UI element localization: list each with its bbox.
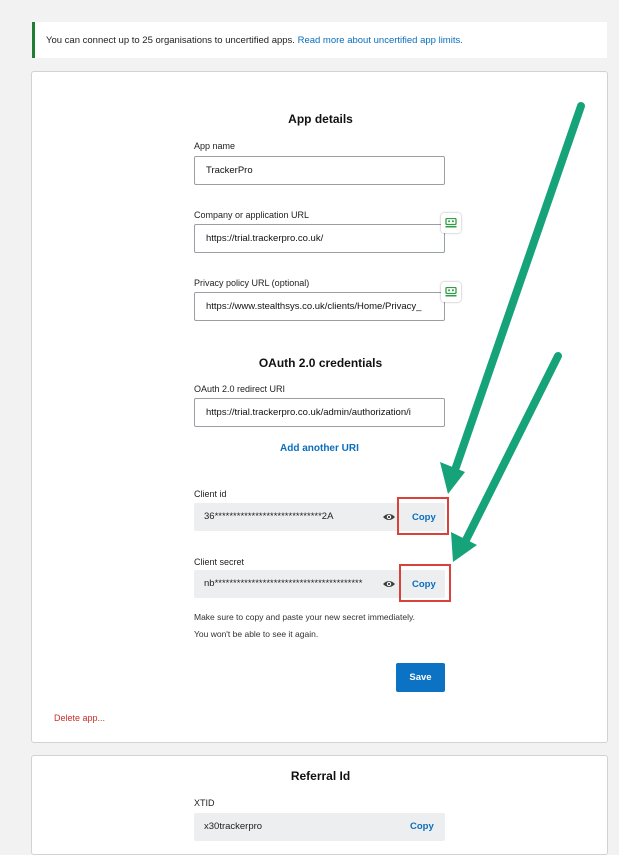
- oauth-title: OAuth 2.0 credentials: [258, 356, 383, 370]
- add-another-uri-link[interactable]: Add another URI: [280, 443, 359, 454]
- banner-text: You can connect up to 25 organisations t…: [46, 35, 295, 46]
- copy-client-id-highlight: [397, 497, 449, 535]
- client-id-label: Client id: [194, 489, 227, 499]
- password-manager-icon[interactable]: [441, 213, 461, 233]
- password-manager-glyph-icon: [445, 218, 457, 228]
- app-name-label: App name: [194, 141, 236, 151]
- privacy-url-label: Privacy policy URL (optional): [194, 278, 310, 288]
- app-details-card: App details App name TrackerPro Company …: [31, 71, 608, 743]
- company-url-input[interactable]: https://trial.trackerpro.co.uk/: [194, 224, 445, 253]
- xtid-value: x30trackerpro: [204, 821, 263, 832]
- client-secret-value: nb**************************************…: [204, 578, 363, 589]
- referral-card: Referral Id XTID x30trackerpro Copy: [31, 755, 608, 855]
- client-id-value: 36*****************************2A: [204, 511, 334, 522]
- privacy-url-input[interactable]: https://www.stealthsys.co.uk/clients/Hom…: [194, 292, 445, 321]
- password-manager-icon-2[interactable]: [441, 282, 461, 302]
- xtid-label: XTID: [194, 798, 215, 808]
- referral-title: Referral Id: [290, 769, 351, 783]
- eye-icon[interactable]: [382, 512, 396, 522]
- company-url-label: Company or application URL: [194, 210, 310, 220]
- app-name-input[interactable]: TrackerPro: [194, 156, 445, 185]
- xtid-field: x30trackerpro: [194, 813, 445, 841]
- client-secret-label: Client secret: [194, 557, 245, 567]
- secret-note-line1: Make sure to copy and paste your new sec…: [194, 612, 415, 622]
- password-manager-glyph-icon-2: [445, 287, 457, 297]
- app-details-title: App details: [288, 112, 353, 126]
- redirect-uri-input[interactable]: https://trial.trackerpro.co.uk/admin/aut…: [194, 398, 445, 427]
- redirect-uri-label: OAuth 2.0 redirect URI: [194, 384, 286, 394]
- copy-client-secret-highlight: [399, 564, 451, 602]
- info-banner: You can connect up to 25 organisations t…: [32, 22, 607, 58]
- uncertified-limits-link[interactable]: Read more about uncertified app limits.: [298, 35, 463, 46]
- banner-message: You can connect up to 25 organisations t…: [46, 35, 463, 46]
- save-button[interactable]: Save: [396, 663, 445, 692]
- secret-note-line2: You won't be able to see it again.: [194, 629, 319, 639]
- eye-icon-secret[interactable]: [382, 579, 396, 589]
- copy-xtid-button[interactable]: Copy: [410, 821, 434, 832]
- delete-app-link[interactable]: Delete app...: [54, 713, 105, 723]
